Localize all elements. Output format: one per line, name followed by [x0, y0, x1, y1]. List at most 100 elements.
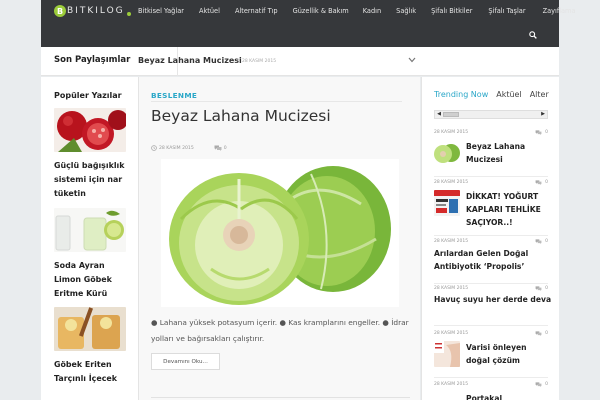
popular-posts-sidebar: Popüler Yazılar Güçlü bağışıklık sistemi…	[41, 77, 139, 400]
item-divider	[434, 283, 548, 284]
trending-item[interactable]: 28 KASIM 2015 0 Arılardan Gelen Doğal An…	[434, 239, 548, 273]
trending-item-title[interactable]: DİKKAT! YOĞURT KAPLARI TEHLİKE SAÇIYOR..…	[466, 190, 548, 229]
comments-link[interactable]: 0	[535, 331, 548, 336]
news-thumbnail[interactable]	[434, 190, 460, 216]
trending-item-meta: 28 KASIM 2015 0	[434, 239, 548, 244]
menu-item-bitkisel-yaglar[interactable]: Bitkisel Yağlar	[138, 7, 184, 15]
trending-item-meta: 28 KASIM 2015 0	[434, 382, 548, 387]
comment-count: 0	[545, 331, 548, 336]
leaf-icon: B	[54, 5, 66, 17]
popular-post[interactable]: Göbek Eriten Tarçınlı İçecek	[54, 307, 126, 386]
trending-item-meta: 28 KASIM 2015 0	[434, 331, 548, 336]
cabbage-image[interactable]	[161, 159, 399, 307]
tab-trending-now[interactable]: Trending Now	[434, 90, 488, 99]
latest-posts-ticker: Son Paylaşımlar Beyaz Lahana Mucizesi 28…	[41, 47, 559, 76]
trending-item-title[interactable]: Varisi önleyen doğal çözüm	[466, 341, 548, 367]
logo-text: BITKILOG	[67, 6, 125, 16]
popular-post-title[interactable]: Soda Ayran Limon Göbek Eritme Kürü	[54, 259, 126, 301]
comments-icon	[214, 145, 222, 151]
comments-icon	[535, 130, 542, 135]
trending-item-title[interactable]: Havuç suyu her derde deva	[434, 293, 551, 306]
popular-post-title[interactable]: Göbek Eriten Tarçınlı İçecek	[54, 358, 126, 386]
comments-icon	[535, 382, 542, 387]
popular-posts-heading: Popüler Yazılar	[54, 91, 122, 100]
tabs-scrollbar[interactable]: ◀ ▶	[434, 110, 548, 119]
comments-icon	[535, 239, 542, 244]
comments-link[interactable]: 0	[214, 145, 227, 151]
comments-link[interactable]: 0	[535, 382, 548, 387]
comments-link[interactable]: 0	[535, 130, 548, 135]
trending-tabs: Trending Now Aktüel Alter	[434, 90, 557, 99]
trending-item[interactable]: 28 KASIM 2015 0 Beyaz Lahana Mucizesi	[434, 130, 548, 166]
category-divider	[151, 101, 402, 102]
menu-item-kadin[interactable]: Kadın	[363, 7, 381, 15]
main-article: BESLENME Beyaz Lahana Mucizesi 28 KASIM …	[139, 77, 420, 400]
tab-alternatif[interactable]: Alter	[530, 90, 549, 99]
top-navbar: B BITKILOG Bitkisel Yağlar Aktüel Altern…	[41, 0, 576, 47]
comment-count: 0	[545, 239, 548, 244]
trending-item-title[interactable]: Beyaz Lahana Mucizesi	[466, 140, 548, 166]
trending-item[interactable]: 28 KASIM 2015 0 Varisi önleyen doğal çöz…	[434, 331, 548, 367]
trending-item[interactable]: 28 KASIM 2015 0 Havuç suyu her derde dev…	[434, 286, 551, 306]
cabbage-thumbnail[interactable]	[434, 140, 460, 166]
trending-item[interactable]: 28 KASIM 2015 0 Portakal	[434, 382, 548, 400]
chevron-down-icon[interactable]	[408, 57, 416, 63]
menu-item-sifali-taslar[interactable]: Şifalı Taşlar	[488, 7, 525, 15]
trending-item-date: 28 KASIM 2015	[434, 382, 469, 387]
comments-link[interactable]: 0	[535, 239, 548, 244]
menu-item-alternatif-tip[interactable]: Alternatif Tıp	[235, 7, 278, 15]
trending-item-date: 28 KASIM 2015	[434, 130, 469, 135]
item-divider	[434, 176, 548, 177]
item-divider	[434, 325, 548, 326]
article-excerpt: ● Lahana yüksek potasyum içerir. ● Kas k…	[151, 318, 409, 343]
menu-item-guzellik-bakim[interactable]: Güzellik & Bakım	[293, 7, 349, 15]
comments-icon	[535, 180, 542, 185]
tab-aktuel[interactable]: Aktüel	[496, 90, 521, 99]
varicose-thumbnail[interactable]	[434, 341, 460, 367]
popular-post[interactable]: Soda Ayran Limon Göbek Eritme Kürü	[54, 208, 126, 301]
comments-icon	[535, 331, 542, 336]
article-title[interactable]: Beyaz Lahana Mucizesi	[151, 107, 331, 125]
comment-count: 0	[545, 382, 548, 387]
comment-count: 0	[223, 145, 227, 151]
read-more-button[interactable]: Devamını Oku...	[151, 353, 220, 370]
category-link[interactable]: BESLENME	[151, 91, 197, 100]
trending-item-title[interactable]: Portakal	[466, 392, 502, 400]
comments-link[interactable]: 0	[535, 180, 548, 185]
popular-post[interactable]: Güçlü bağışıklık sistemi için nar tüketi…	[54, 108, 126, 201]
trending-item-title[interactable]: Arılardan Gelen Doğal Antibiyotik ‘Propo…	[434, 247, 548, 273]
popular-post-title[interactable]: Güçlü bağışıklık sistemi için nar tüketi…	[54, 159, 126, 201]
ticker-post-link[interactable]: Beyaz Lahana Mucizesi	[138, 56, 242, 65]
trending-item-meta: 28 KASIM 2015 0	[434, 180, 548, 185]
comment-count: 0	[545, 286, 548, 291]
main-menu: Bitkisel Yağlar Aktüel Alternatif Tıp Gü…	[138, 7, 576, 15]
comment-count: 0	[545, 130, 548, 135]
ticker-date: 28 KASIM 2015	[242, 59, 277, 64]
article-meta: 28 KASIM 2015 0	[151, 145, 227, 151]
trending-item[interactable]: 28 KASIM 2015 0 DİKKAT! YOĞURT KAPLARI T…	[434, 180, 548, 229]
pomegranate-image[interactable]	[54, 108, 126, 152]
scroll-left-icon[interactable]: ◀	[436, 112, 442, 117]
trending-item-date: 28 KASIM 2015	[434, 180, 469, 185]
comment-count: 0	[545, 180, 548, 185]
clock-icon	[151, 145, 157, 151]
trending-item-meta: 28 KASIM 2015 0	[434, 286, 548, 291]
search-icon[interactable]	[529, 31, 537, 39]
site-logo[interactable]: B BITKILOG	[54, 3, 131, 19]
trending-item-date: 28 KASIM 2015	[434, 331, 469, 336]
lemon-drink-image[interactable]	[54, 208, 126, 252]
menu-item-aktuel[interactable]: Aktüel	[199, 7, 220, 15]
scroll-right-icon[interactable]: ▶	[540, 112, 546, 117]
scrollbar-thumb[interactable]	[443, 112, 459, 117]
cinnamon-drink-image[interactable]	[54, 307, 126, 351]
ticker-label: Son Paylaşımlar	[54, 55, 131, 65]
menu-item-saglik[interactable]: Sağlık	[396, 7, 416, 15]
trending-item-meta: 28 KASIM 2015 0	[434, 130, 548, 135]
comments-link[interactable]: 0	[535, 286, 548, 291]
menu-item-sifali-bitkiler[interactable]: Şifalı Bitkiler	[431, 7, 472, 15]
article-date: 28 KASIM 2015	[159, 145, 194, 151]
menu-item-zayiflama[interactable]: Zayıflama	[543, 7, 576, 15]
comments-icon	[535, 286, 542, 291]
orange-thumbnail[interactable]	[434, 392, 460, 400]
item-divider	[434, 235, 548, 236]
